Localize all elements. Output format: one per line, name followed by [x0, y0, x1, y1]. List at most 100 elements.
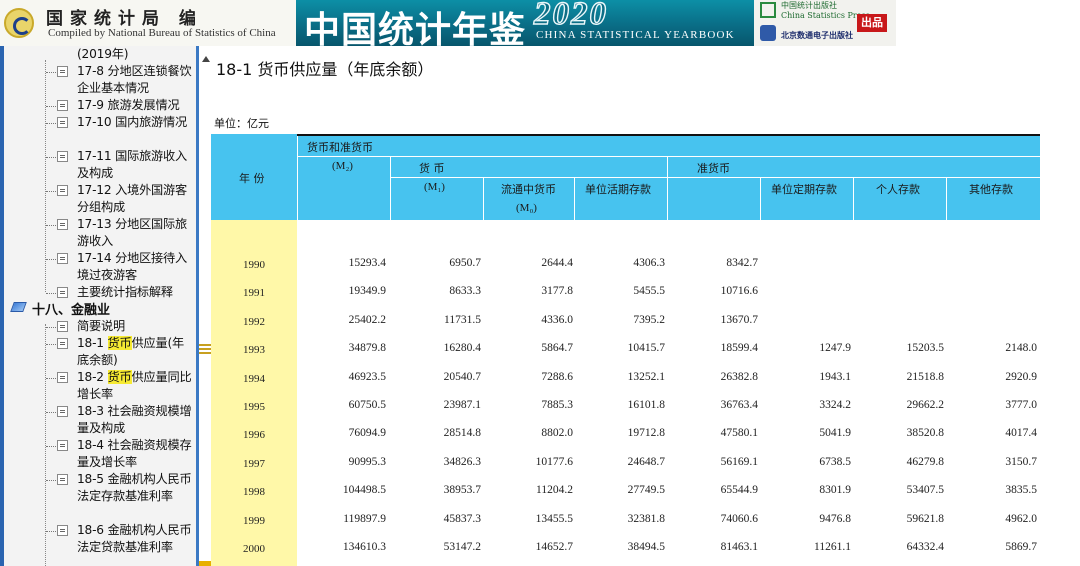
table-cell: 2644.4 [541, 257, 573, 269]
tree-branch [46, 72, 56, 73]
scroll-up-icon[interactable] [202, 56, 210, 62]
toc-section-finance[interactable]: 十八、金融业 [32, 299, 110, 318]
table-cell: 28514.8 [443, 427, 481, 440]
sidebar-scroll-track[interactable] [0, 46, 4, 566]
publisher-block: 中国统计出版社 China Statistics Press 北京数通电子出版社… [754, 0, 896, 46]
table-cell: 45837.3 [443, 512, 481, 525]
table-cell: 23987.1 [443, 399, 481, 411]
toc-item-label: 18-2 货币供应量同比增长率 [77, 370, 192, 401]
table-cell: 56169.1 [720, 455, 758, 468]
document-icon [57, 406, 68, 417]
toc-item-label: 17-9 旅游发展情况 [77, 98, 180, 112]
yearbook-banner: 国家统计局 编 Compiled by National Bureau of S… [0, 0, 1080, 46]
toc-item-label: 18-6 金融机构人民币法定贷款基准利率 [77, 523, 192, 554]
header-personal: 个人存款 [876, 183, 920, 196]
tree-branch [46, 446, 56, 447]
table-cell: 13455.5 [535, 512, 573, 525]
nbs-logo-icon [4, 8, 34, 38]
header-other: 其他存款 [969, 183, 1013, 196]
document-icon [57, 372, 68, 383]
table-cell: 4017.4 [1005, 427, 1037, 440]
table-cell: 11731.5 [444, 313, 481, 326]
row-year: 1999 [243, 514, 265, 527]
table-cell: 4336.0 [541, 313, 573, 326]
table-cell: 76094.9 [348, 427, 386, 440]
row-year: 1992 [243, 315, 265, 328]
row-year: 1991 [243, 287, 265, 300]
header-currency: 货 币 [419, 162, 445, 175]
tree-branch [46, 259, 56, 260]
toc-item-label: 简要说明 [77, 319, 125, 333]
table-cell: 14652.7 [535, 541, 573, 553]
table-cell: 9476.8 [819, 512, 851, 525]
toc-item-label: 17-13 分地区国际旅游收入 [77, 217, 188, 248]
pane-splitter[interactable] [199, 46, 211, 566]
toc-sidebar[interactable]: (2019年) 17-8 分地区连锁餐饮企业基本情况 17-9 旅游发展情况 17-1… [0, 46, 199, 566]
document-icon [57, 474, 68, 485]
book-icon [10, 302, 27, 312]
tree-branch [46, 378, 56, 379]
table-cell: 13670.7 [720, 313, 758, 326]
document-icon [57, 321, 68, 332]
document-icon [57, 100, 68, 111]
header-m2-top [298, 136, 1040, 156]
header-m1: (M₁) [424, 181, 445, 193]
table-cell: 5455.5 [633, 285, 665, 298]
header-time: 单位定期存款 [771, 183, 837, 196]
table-cell: 34826.3 [443, 455, 481, 468]
splitter-grip-icon[interactable] [199, 344, 211, 354]
row-year: 2000 [243, 543, 265, 555]
document-icon [57, 117, 68, 128]
toc-item-label: 18-5 金融机构人民币法定存款基准利率 [77, 472, 192, 503]
table-cell: 46279.8 [906, 455, 944, 468]
header-m0: (M₀) [516, 202, 537, 214]
table-cell: 19712.8 [627, 427, 665, 440]
search-highlight: 货币 [107, 336, 132, 350]
row-year: 1998 [243, 486, 265, 499]
table-cell: 1943.1 [819, 370, 851, 383]
table-cell: 5864.7 [541, 342, 573, 355]
row-year: 1994 [243, 372, 265, 385]
tree-branch [46, 157, 56, 158]
table-cell: 38520.8 [906, 427, 944, 440]
table-cell: 29662.2 [906, 399, 944, 411]
table-cell: 3150.7 [1005, 455, 1037, 468]
toc-item-label: 18-4 社会融资规模存量及增长率 [77, 438, 192, 469]
table-cell: 3777.0 [1005, 399, 1037, 411]
table-cell: 3324.2 [819, 399, 851, 411]
tree-line [45, 60, 46, 292]
row-year: 1997 [243, 457, 265, 470]
document-icon [57, 440, 68, 451]
yearbook-title-block: 中国统计年鉴 2020 CHINA STATISTICAL YEARBOOK [296, 0, 754, 46]
table-cell: 27749.5 [627, 484, 665, 497]
table-cell: 36763.4 [720, 399, 758, 411]
table-cell: 19349.9 [348, 285, 386, 298]
table-cell: 5869.7 [1005, 541, 1037, 553]
nbs-title: 国家统计局 编 [46, 9, 203, 29]
splitter-bottom-strip [199, 561, 211, 566]
table-cell: 2920.9 [1005, 370, 1037, 383]
table-cell: 7885.3 [541, 399, 573, 411]
document-icon [57, 185, 68, 196]
document-icon [57, 253, 68, 264]
table-cell: 81463.1 [720, 541, 758, 553]
table-cell: 46923.5 [348, 370, 386, 383]
tree-branch [46, 123, 56, 124]
table-cell: 5041.9 [819, 427, 851, 440]
toc-item-label: 17-12 入境外国游客分组构成 [77, 183, 188, 214]
table-cell: 26382.8 [720, 370, 758, 383]
table-cell: 38953.7 [443, 484, 481, 497]
toc-item-label: 18-1 货币供应量(年底余额) [77, 336, 185, 367]
table-cell: 1247.9 [819, 342, 851, 355]
table-cell: 6738.5 [819, 455, 851, 468]
tree-line [45, 324, 46, 566]
header-m0-label: 流通中货币 [501, 183, 556, 196]
table-cell: 7288.6 [541, 370, 573, 383]
table-cell: 15293.4 [348, 257, 386, 269]
table-cell: 3177.8 [541, 285, 573, 298]
table-cell: 38494.5 [627, 541, 665, 553]
nbs-header: 国家统计局 编 Compiled by National Bureau of S… [0, 0, 296, 46]
table-cell: 21518.8 [906, 370, 944, 383]
tree-branch [46, 225, 56, 226]
publisher-cn2: 北京数通电子出版社 [781, 31, 853, 40]
